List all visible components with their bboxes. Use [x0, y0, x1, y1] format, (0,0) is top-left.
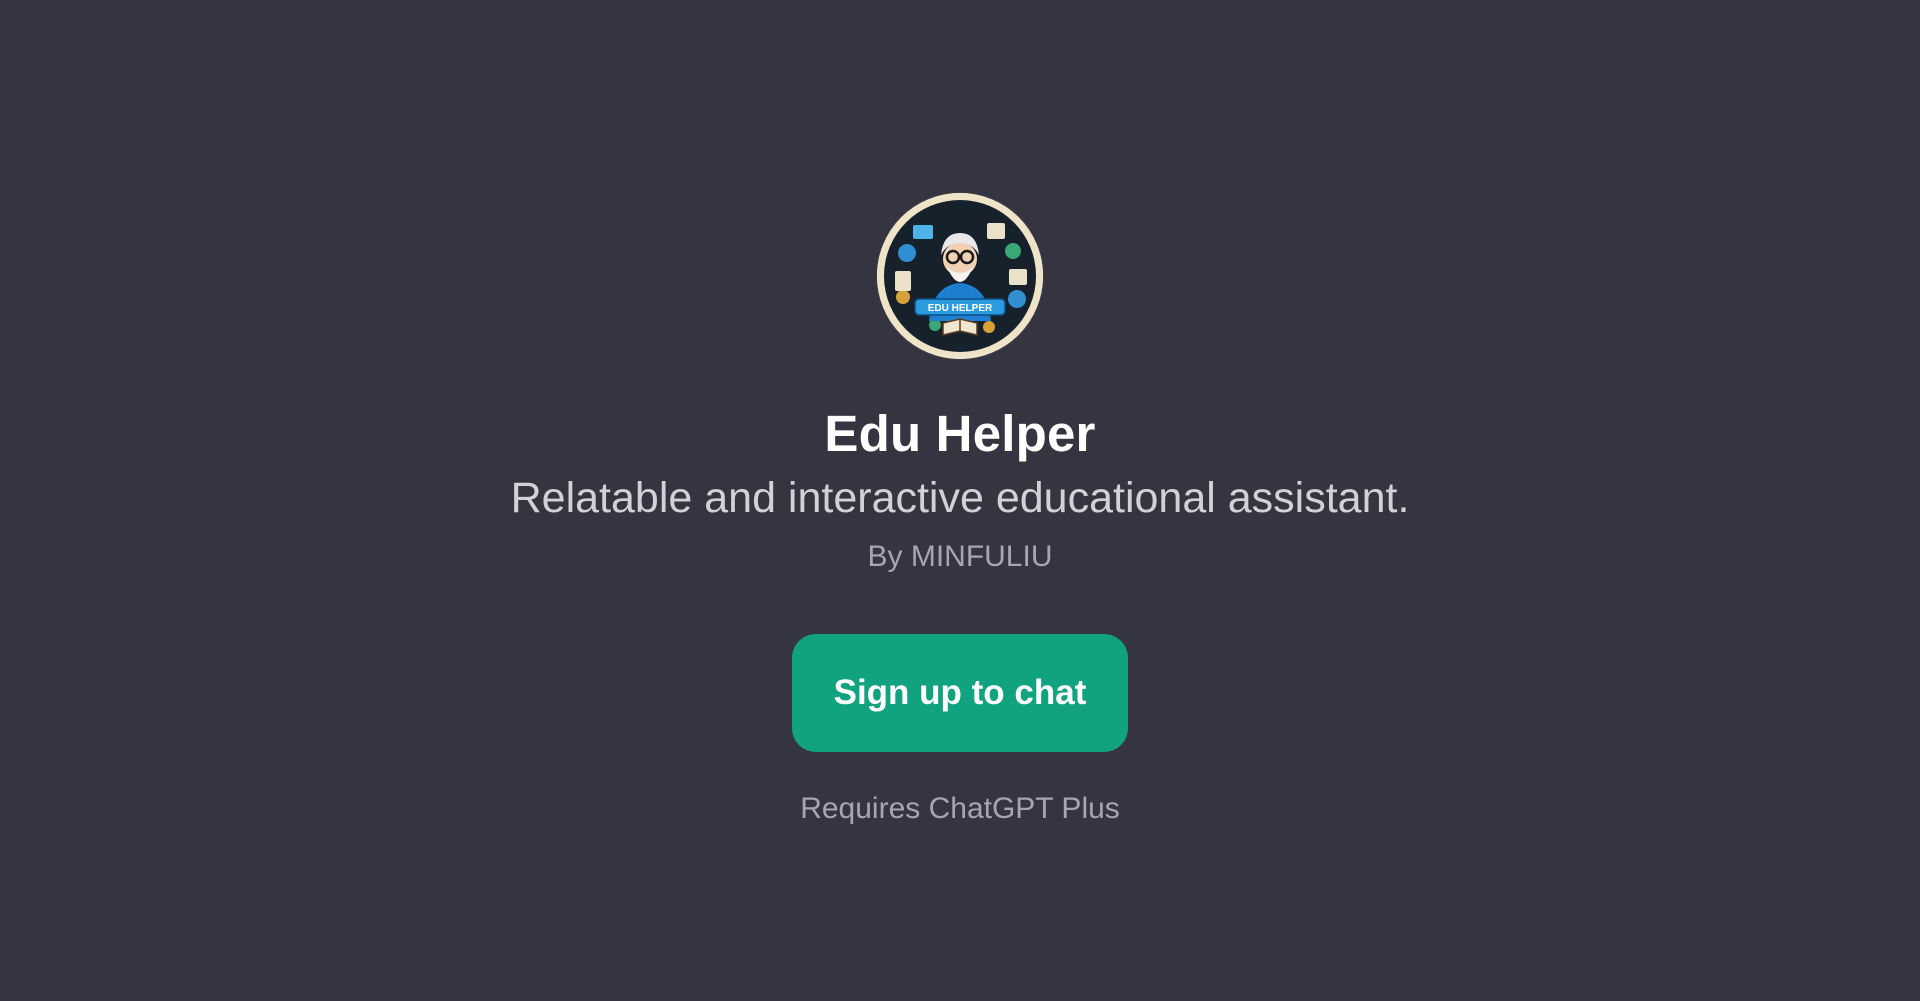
gpt-title: Edu Helper [824, 405, 1096, 462]
avatar-banner-text: EDU HELPER [928, 303, 993, 314]
sign-up-button-label: Sign up to chat [833, 673, 1087, 712]
gpt-landing-page: EDU HELPER Edu Helper Relatable and inte… [0, 0, 1920, 1001]
edu-helper-emblem-icon: EDU HELPER [877, 193, 1043, 359]
gpt-profile: EDU HELPER Edu Helper Relatable and inte… [0, 0, 1920, 828]
gpt-author: By MINFULIU [867, 540, 1053, 573]
gpt-avatar: EDU HELPER [877, 193, 1043, 359]
sign-up-to-chat-button[interactable]: Sign up to chat [792, 634, 1128, 752]
plus-requirement-note: Requires ChatGPT Plus [800, 792, 1120, 825]
gpt-description: Relatable and interactive educational as… [510, 474, 1410, 522]
